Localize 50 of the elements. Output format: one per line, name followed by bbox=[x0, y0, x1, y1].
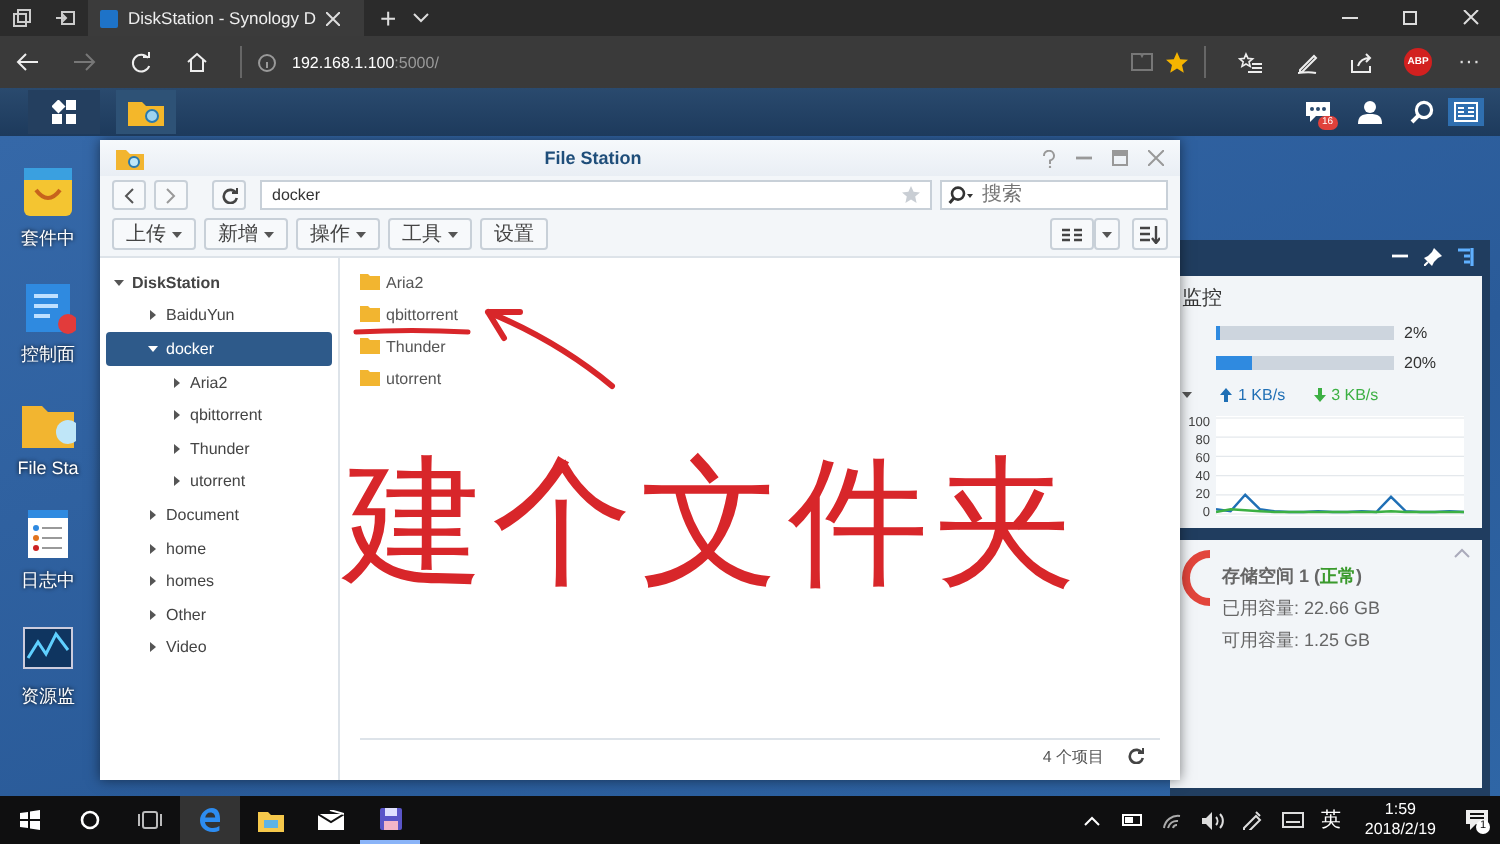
tree-item[interactable]: DiskStation bbox=[106, 266, 332, 300]
desktop-icon-label: 日志中 bbox=[21, 568, 75, 594]
window-title: File Station bbox=[542, 148, 644, 168]
volume-status: 存储空间 1 (正常) bbox=[1222, 564, 1365, 590]
tree-item[interactable]: utorrent bbox=[106, 465, 332, 499]
new-tab-button[interactable]: + bbox=[364, 0, 413, 36]
file-item[interactable]: utorrent bbox=[360, 362, 1160, 394]
used-capacity: 已用容量: 22.66 GB bbox=[1222, 596, 1381, 622]
url-host: 192.168.1.100 bbox=[292, 53, 395, 71]
search-field[interactable]: 搜索 bbox=[940, 180, 1168, 210]
desktop-icon-label: File Sta bbox=[17, 458, 79, 478]
meter-reading: 20% bbox=[1404, 354, 1437, 372]
file-item[interactable]: Thunder bbox=[360, 330, 1160, 362]
toolbar-button[interactable]: 上传 bbox=[112, 218, 196, 250]
file-item[interactable]: Aria2 bbox=[360, 266, 1160, 298]
clock[interactable]: 1:59 2018/2/19 bbox=[1348, 800, 1452, 840]
path-field[interactable]: docker bbox=[260, 180, 932, 210]
more-button[interactable]: ··· bbox=[1446, 50, 1500, 74]
upload-speed: 1 KB/s bbox=[1238, 386, 1286, 404]
free-capacity: 可用容量: 1.25 GB bbox=[1222, 628, 1373, 654]
toolbar-button[interactable]: 工具 bbox=[388, 218, 472, 250]
desktop-icon-label: 控制面 bbox=[21, 342, 75, 368]
tab-title: DiskStation - Synology D bbox=[128, 8, 317, 28]
tree-item[interactable]: Video bbox=[106, 631, 332, 665]
tree-item[interactable]: docker bbox=[106, 332, 332, 366]
meter-reading: 2% bbox=[1404, 324, 1428, 342]
toolbar-button[interactable]: 新增 bbox=[204, 218, 288, 250]
clock-date: 2018/2/19 bbox=[1364, 820, 1436, 840]
tree-item[interactable]: Document bbox=[106, 498, 332, 532]
file-item[interactable]: qbittorrent bbox=[360, 298, 1160, 330]
browser-tab[interactable]: DiskStation - Synology D bbox=[88, 0, 364, 36]
tree-item[interactable]: home bbox=[106, 531, 332, 565]
download-speed: 3 KB/s bbox=[1331, 386, 1379, 404]
tree-item[interactable]: BaiduYun bbox=[106, 299, 332, 333]
tree-item[interactable]: Thunder bbox=[106, 431, 332, 466]
tree-item[interactable]: Other bbox=[106, 597, 332, 632]
tree-item[interactable]: homes bbox=[106, 564, 332, 598]
desktop-icon-label: 资源监 bbox=[21, 684, 75, 710]
clock-time: 1:59 bbox=[1384, 800, 1416, 820]
path-text: docker bbox=[272, 186, 323, 204]
card-title: 监控 bbox=[1182, 288, 1222, 310]
url-port: :5000/ bbox=[394, 53, 439, 71]
toolbar-button[interactable]: 操作 bbox=[296, 218, 380, 250]
item-count: 4 个项目 bbox=[1042, 745, 1104, 767]
handwritten-note: 建个文件夹 bbox=[344, 452, 1084, 592]
tree-item[interactable]: qbittorrent bbox=[106, 398, 332, 432]
input-method-indicator[interactable]: 英 bbox=[1312, 806, 1349, 834]
tree-item[interactable]: Aria2 bbox=[106, 365, 332, 399]
toolbar-button[interactable]: 设置 bbox=[480, 218, 548, 250]
desktop-icon-label: 套件中 bbox=[21, 226, 75, 252]
